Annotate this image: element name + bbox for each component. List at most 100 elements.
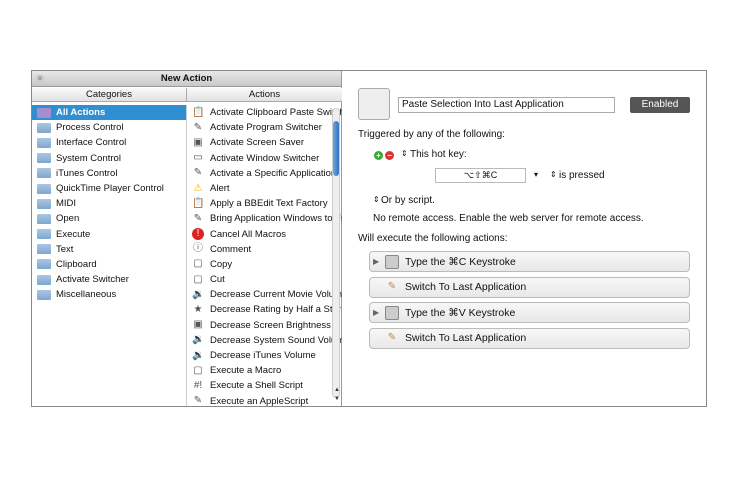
action-label: Decrease Current Movie Volume (210, 289, 342, 301)
scroll-arrows[interactable]: ▲ ▼ (334, 386, 340, 404)
action-item[interactable]: 🔉 Decrease iTunes Volume (187, 348, 342, 363)
keyboard-key-icon: ▢ (193, 258, 203, 270)
category-label: Text (56, 243, 74, 255)
action-item[interactable]: ▢ Copy (187, 257, 342, 272)
category-item[interactable]: Interface Control (32, 135, 186, 150)
enabled-button[interactable]: Enabled (630, 97, 690, 113)
category-item[interactable]: MIDI (32, 196, 186, 211)
folder-icon (37, 107, 51, 118)
category-item[interactable]: Open (32, 211, 186, 226)
folder-icon (37, 213, 51, 224)
action-item[interactable]: ! Cancel All Macros (187, 227, 342, 242)
action-item[interactable]: 📋 Apply a BBEdit Text Factory (187, 196, 342, 211)
category-label: QuickTime Player Control (56, 182, 164, 194)
actions-header[interactable]: Actions (187, 88, 342, 102)
action-item[interactable]: ✎ Bring Application Windows to Front (187, 211, 342, 226)
step-label: Type the ⌘V Keystroke (405, 306, 516, 319)
action-item[interactable]: 🔉 Decrease System Sound Volume (187, 333, 342, 348)
action-step[interactable]: ✎ Switch To Last Application (369, 327, 690, 349)
is-pressed-label[interactable]: is pressed (559, 170, 605, 181)
category-item[interactable]: Process Control (32, 120, 186, 135)
action-label: Alert (210, 182, 230, 194)
scrollbar-thumb[interactable] (333, 121, 339, 176)
category-label: All Actions (56, 107, 106, 118)
category-item[interactable]: Execute (32, 227, 186, 242)
action-label: Cancel All Macros (210, 228, 287, 240)
category-item[interactable]: iTunes Control (32, 166, 186, 181)
triggered-label: Triggered by any of the following: (358, 129, 505, 140)
application-icon: ✎ (193, 121, 203, 133)
folder-icon (37, 229, 51, 240)
action-item[interactable]: ▢ Cut (187, 272, 342, 287)
clipboard-icon: 📋 (192, 197, 205, 209)
category-item[interactable]: All Actions (32, 105, 186, 121)
stepper-icon[interactable]: ⇕ (550, 170, 557, 179)
macro-name-field[interactable]: Paste Selection Into Last Application (398, 97, 615, 113)
actions-list: ▲ ▼ 📋 Activate Clipboard Paste Switcher ✎ Ac… (187, 105, 342, 406)
category-item[interactable]: Clipboard (32, 257, 186, 272)
action-item[interactable]: ⚠ Alert (187, 181, 342, 196)
action-label: Decrease Rating by Half a Star (210, 304, 341, 316)
action-step[interactable]: ▶ Type the ⌘V Keystroke (369, 302, 690, 323)
stepper-icon[interactable]: ⇕ (401, 149, 408, 158)
stop-icon: ! (192, 228, 204, 241)
category-label: Open (56, 213, 80, 225)
application-icon: ✎ (387, 281, 397, 292)
action-item[interactable]: 📋 Activate Clipboard Paste Switcher (187, 105, 342, 120)
categories-header[interactable]: Categories (32, 88, 187, 102)
scrollbar[interactable] (332, 108, 340, 398)
macro-icon[interactable] (358, 88, 390, 120)
category-item[interactable]: Activate Switcher (32, 272, 186, 287)
hotkey-label: This hot key: (410, 149, 467, 160)
action-label: Activate Screen Saver (210, 137, 304, 149)
action-item[interactable]: ▢ Execute a Macro (187, 363, 342, 378)
folder-icon (37, 168, 51, 179)
category-label: System Control (56, 152, 121, 164)
action-label: Execute an AppleScript (210, 395, 309, 406)
close-icon[interactable]: × (35, 74, 45, 84)
category-item[interactable]: QuickTime Player Control (32, 181, 186, 196)
category-item[interactable]: System Control (32, 151, 186, 166)
application-icon: ✎ (193, 212, 203, 224)
add-trigger-icon[interactable]: + (374, 151, 383, 160)
action-label: Apply a BBEdit Text Factory (210, 198, 328, 210)
category-label: Miscellaneous (56, 289, 117, 301)
step-label: Switch To Last Application (405, 281, 527, 293)
macro-editor: Paste Selection Into Last Application En… (343, 71, 707, 406)
new-action-panel: × New Action Categories Actions All Acti… (32, 71, 342, 406)
keyboard-key-icon: ▢ (193, 273, 203, 285)
action-item[interactable]: ▣ Activate Screen Saver (187, 135, 342, 150)
chevron-down-icon[interactable]: ▾ (534, 170, 538, 179)
hotkey-field[interactable]: ⌥⇧⌘C (435, 168, 526, 183)
application-icon: ✎ (387, 332, 397, 343)
folder-icon (37, 289, 51, 300)
action-item[interactable]: ▣ Decrease Screen Brightness (187, 318, 342, 333)
action-step[interactable]: ▶ Type the ⌘C Keystroke (369, 251, 690, 272)
action-item[interactable]: ✎ Activate Program Switcher (187, 120, 342, 135)
action-item[interactable]: ▭ Activate Window Switcher (187, 151, 342, 166)
or-by-script-label[interactable]: Or by script. (381, 195, 435, 206)
speaker-icon: 🔉 (192, 288, 205, 300)
folder-icon (37, 153, 51, 164)
panel-titlebar: × New Action (32, 71, 341, 87)
action-label: Activate Program Switcher (210, 122, 322, 134)
action-item[interactable]: ★ Decrease Rating by Half a Star (187, 302, 342, 317)
remove-trigger-icon[interactable]: − (385, 151, 394, 160)
disclosure-triangle-icon[interactable]: ▶ (373, 308, 385, 317)
stepper-icon[interactable]: ⇕ (373, 195, 380, 204)
warning-icon: ⚠ (193, 182, 203, 194)
clipboard-icon: 📋 (192, 106, 205, 118)
category-item[interactable]: Text (32, 242, 186, 257)
action-item[interactable]: ✎ Activate a Specific Application (187, 166, 342, 181)
category-label: iTunes Control (56, 167, 118, 179)
action-step[interactable]: ✎ Switch To Last Application (369, 276, 690, 298)
action-item[interactable]: ⓘ Comment (187, 242, 342, 257)
disclosure-triangle-icon[interactable]: ▶ (373, 257, 385, 266)
category-item[interactable]: Miscellaneous (32, 287, 186, 302)
action-item[interactable]: 🔉 Decrease Current Movie Volume (187, 287, 342, 302)
action-label: Bring Application Windows to Front (210, 213, 342, 225)
action-item[interactable]: ✎ Execute an AppleScript (187, 394, 342, 406)
remote-access-text: No remote access. Enable the web server … (373, 213, 644, 224)
panel-title: New Action (160, 73, 213, 84)
action-item[interactable]: #! Execute a Shell Script (187, 378, 342, 393)
